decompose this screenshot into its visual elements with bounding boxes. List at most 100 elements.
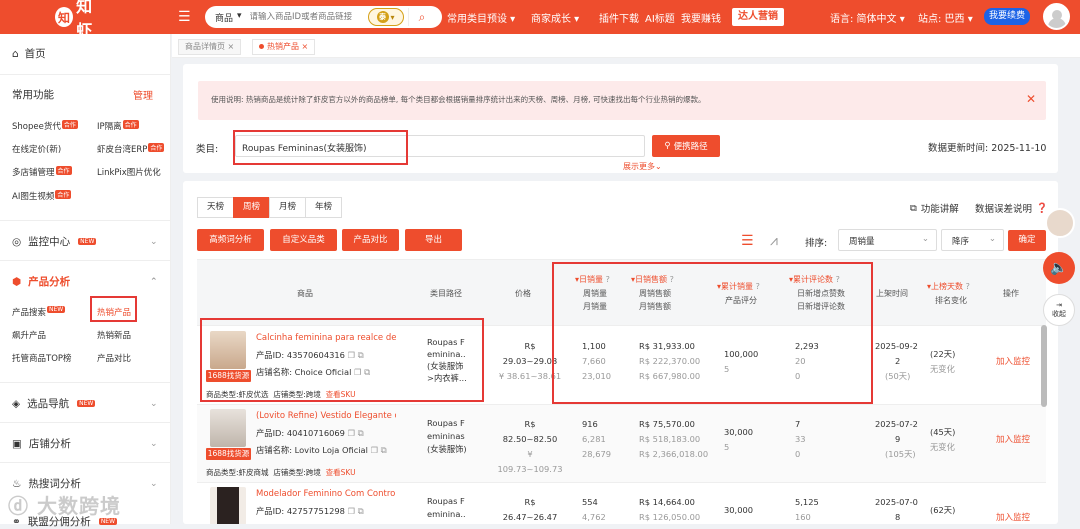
- sidebar-link-taiwan-erp[interactable]: 虾皮台湾ERP 合作: [97, 143, 165, 155]
- site-language-toggle[interactable]: 泰 ▾: [367, 8, 404, 26]
- th-operation: 操作: [1003, 289, 1019, 298]
- product-title-link[interactable]: (Lovito Refine) Vestido Elegante co...: [256, 409, 396, 424]
- screen-icon: ⧉: [910, 202, 917, 214]
- th-sales[interactable]: ▾日销量 ? 周销量 月销量: [575, 273, 610, 314]
- sidebar-item-home[interactable]: ⌂ 首页: [12, 46, 46, 61]
- renew-button[interactable]: 我要续费: [984, 8, 1031, 25]
- tab-product-detail[interactable]: 商品详情页 ×: [178, 39, 242, 55]
- listed-cell: 2025-07-0 8: [875, 497, 918, 522]
- revenue-cell: R$ 31,933.00 R$ 222,370.00 R$ 667,980.00: [639, 341, 701, 381]
- feature-guide-button[interactable]: ⧉ 功能讲解: [910, 201, 959, 216]
- monitor-icon: ◎: [12, 235, 22, 248]
- nav-plugin-download[interactable]: 插件下载: [599, 10, 639, 25]
- rank-tabs: 天榜 周榜 月榜 年榜: [197, 197, 343, 218]
- nav-earn-money[interactable]: 我要赚钱: [681, 10, 721, 25]
- th-revenue[interactable]: ▾日销售额 ? 周销售额 月销售额: [631, 273, 674, 314]
- search-category-select[interactable]: 商品 ▾: [205, 11, 250, 24]
- source-1688-button[interactable]: 1688找货源: [206, 448, 251, 460]
- compass-icon: ◈: [12, 397, 21, 410]
- sidebar: ⌂ 首页 常用功能 管理 Shopee货代 合作 IP隔离 合作 在线定价(新) 虾…: [0, 34, 171, 528]
- product-image[interactable]: [210, 487, 246, 524]
- product-id: 产品ID: 40410716069 ❐ ⧉: [256, 428, 364, 438]
- sidebar-link-ai-video[interactable]: AI图生视频 合作: [12, 190, 72, 202]
- site-select[interactable]: 站点: 巴西 ▾: [918, 10, 973, 25]
- collapse-panel-button[interactable]: ⇥ 收起: [1043, 294, 1075, 326]
- manage-link[interactable]: 管理: [133, 87, 153, 102]
- show-more-link[interactable]: 展示更多⌄: [623, 161, 662, 172]
- product-title-link[interactable]: Calcinha feminina para realce de b...: [256, 331, 396, 346]
- location-pin-icon: ⚲: [664, 141, 671, 151]
- sidebar-group-hotword[interactable]: ♨ 热搜词分析 ⌄: [12, 476, 162, 491]
- route-button[interactable]: ⚲ 便携路径: [652, 135, 720, 157]
- nav-merchant-growth[interactable]: 商家成长 ▾: [531, 10, 579, 25]
- search-bar: 商品▾ 泰▾ ⌕: [205, 6, 442, 28]
- cumulative-cell: 100,000 5: [724, 349, 759, 374]
- sidebar-link-hot-products[interactable]: 热销产品: [97, 306, 131, 318]
- th-days[interactable]: ▾上榜天数 ? 排名变化: [927, 280, 970, 307]
- price-cell: R$ 26.47~26.47: [502, 497, 558, 522]
- high-freq-word-button[interactable]: 高频词分析: [197, 229, 264, 251]
- add-monitor-button[interactable]: 加入监控: [996, 355, 1030, 370]
- sidebar-link-managed-top[interactable]: 托管商品TOP榜: [12, 352, 72, 364]
- product-image[interactable]: [210, 409, 246, 447]
- chart-view-icon[interactable]: ⩘: [770, 233, 778, 249]
- close-icon[interactable]: ✕: [1026, 92, 1036, 106]
- home-icon: ⌂: [12, 47, 19, 60]
- add-monitor-button[interactable]: 加入监控: [996, 511, 1030, 524]
- tab-hot-products[interactable]: 热销产品 ×: [252, 39, 316, 55]
- sidebar-group-monitor[interactable]: ◎ 监控中心 NEW ⌄: [12, 234, 162, 249]
- custom-category-button[interactable]: 自定义品类: [270, 229, 337, 251]
- nav-ai-title[interactable]: AI标题: [645, 10, 675, 25]
- view-sku-link[interactable]: 查看SKU: [326, 468, 356, 477]
- sidebar-link-ip-isolation[interactable]: IP隔离 合作: [97, 120, 139, 132]
- view-sku-link[interactable]: 查看SKU: [326, 390, 356, 399]
- data-error-note-button[interactable]: 数据误差说明 ❓: [975, 201, 1048, 216]
- support-avatar[interactable]: [1045, 208, 1075, 238]
- sidebar-group-selection-nav[interactable]: ◈ 选品导航 NEW ⌄: [12, 396, 162, 411]
- sidebar-link-linkpix[interactable]: LinkPix图片优化: [97, 166, 161, 178]
- sidebar-group-shop-analysis[interactable]: ▣ 店铺分析 ⌄: [12, 436, 162, 451]
- sidebar-link-product-compare[interactable]: 产品对比: [97, 352, 131, 364]
- language-select[interactable]: 语言: 简体中文 ▾: [830, 10, 905, 25]
- revenue-cell: R$ 14,664.00 R$ 126,050.00: [639, 497, 701, 522]
- user-avatar[interactable]: [1043, 3, 1070, 30]
- chevron-down-icon: ⌄: [150, 236, 158, 247]
- sidebar-link-online-pricing[interactable]: 在线定价(新): [12, 143, 61, 155]
- sort-confirm-button[interactable]: 确定: [1008, 230, 1046, 251]
- category-input[interactable]: Roupas Femininas(女装服饰): [235, 135, 645, 157]
- days-cell: (22天) 无变化: [930, 349, 956, 374]
- search-icon[interactable]: ⌕: [407, 8, 436, 26]
- sidebar-link-shopee-forwarder[interactable]: Shopee货代 合作: [12, 120, 78, 132]
- th-cumulative[interactable]: ▾累计销量 ? 产品评分: [717, 280, 760, 307]
- product-image[interactable]: [210, 331, 246, 369]
- add-monitor-button[interactable]: 加入监控: [996, 433, 1030, 448]
- tab-yearly[interactable]: 年榜: [305, 197, 343, 218]
- volume-icon[interactable]: 🔈: [1043, 252, 1075, 284]
- sidebar-link-multi-shop[interactable]: 多店铺管理 合作: [12, 166, 72, 178]
- sidebar-group-product-analysis[interactable]: ⬢ 产品分析 ⌃: [12, 274, 162, 289]
- export-button[interactable]: 导出: [405, 229, 462, 251]
- sort-order-select[interactable]: 降序 ⌄: [941, 229, 1004, 251]
- search-input[interactable]: [249, 12, 368, 22]
- table-scrollbar[interactable]: [1041, 325, 1047, 407]
- tab-weekly[interactable]: 周榜: [233, 197, 271, 218]
- product-title-link[interactable]: Modelador Feminino Com Controle...: [256, 487, 396, 502]
- list-view-icon[interactable]: ☰: [741, 233, 754, 249]
- nav-influencer-marketing[interactable]: 达人营销: [732, 8, 784, 26]
- app-logo[interactable]: 知 知虾: [55, 0, 105, 40]
- shop-name: 店铺名称: Choice Oficial ❐ ⧉: [256, 367, 371, 377]
- chevron-down-icon: ⌄: [150, 438, 158, 449]
- product-compare-button[interactable]: 产品对比: [342, 229, 399, 251]
- source-1688-button[interactable]: 1688找货源: [206, 370, 251, 382]
- sidebar-link-product-search[interactable]: 产品搜索 NEW: [12, 306, 66, 318]
- tab-monthly[interactable]: 月榜: [269, 197, 307, 218]
- sidebar-link-rising-products[interactable]: 飙升产品: [12, 329, 46, 341]
- tab-daily[interactable]: 天榜: [197, 197, 235, 218]
- th-listed-time: 上架时间: [876, 289, 908, 298]
- menu-toggle-icon[interactable]: ☰: [178, 9, 191, 25]
- sidebar-link-new-hot-products[interactable]: 热销新品: [97, 329, 131, 341]
- sort-by-select[interactable]: 周销量 ⌄: [838, 229, 937, 251]
- th-reviews[interactable]: ▾累计评论数 ? 日新增点赞数 日新增评论数: [789, 273, 845, 314]
- nav-category-preset[interactable]: 常用类目预设 ▾: [447, 10, 515, 25]
- table-header: 商品 类目路径 价格 ▾日销量 ? 周销量 月销量 ▾日销售额 ? 周销售额 月…: [197, 259, 1046, 326]
